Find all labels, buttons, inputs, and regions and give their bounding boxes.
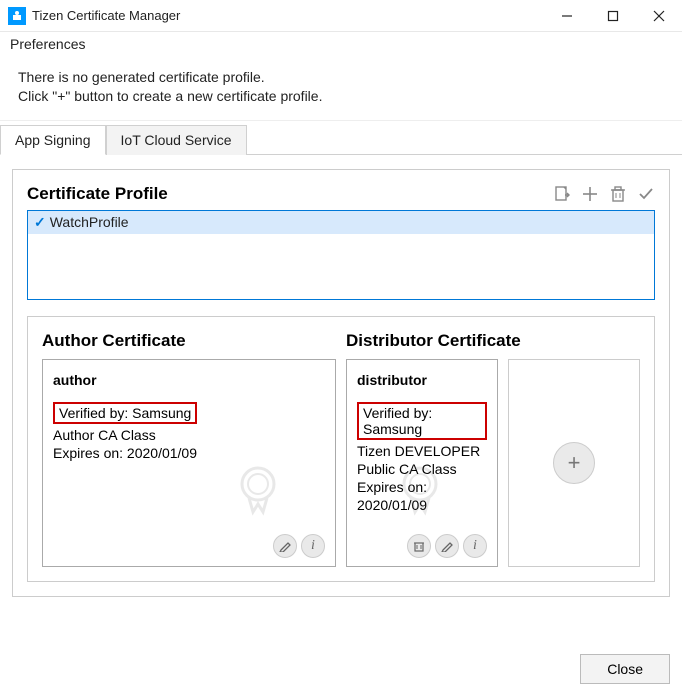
distributor-column: Distributor Certificate distributor Veri… — [346, 331, 640, 567]
minimize-button[interactable] — [544, 0, 590, 32]
profile-list[interactable]: ✓ WatchProfile — [27, 210, 655, 300]
trash-icon[interactable] — [609, 185, 627, 203]
author-seal-icon — [231, 462, 285, 516]
author-card-title: author — [53, 372, 325, 388]
info-line-1: There is no generated certificate profil… — [18, 68, 682, 87]
info-line-2: Click "+" button to create a new certifi… — [18, 87, 682, 106]
distributor-info-button[interactable]: i — [463, 534, 487, 558]
author-heading: Author Certificate — [42, 331, 336, 351]
author-ca: Author CA Class — [53, 426, 325, 444]
add-distributor-icon: + — [553, 442, 595, 484]
close-button[interactable]: Close — [580, 654, 670, 684]
certificates-panel: Author Certificate author Verified by: S… — [27, 316, 655, 582]
import-icon[interactable] — [553, 185, 571, 203]
content-area: Certificate Profile ✓ WatchProfile Autho… — [0, 155, 682, 611]
distributor-seal-icon — [393, 462, 447, 516]
info-area: There is no generated certificate profil… — [0, 58, 682, 121]
add-distributor-card[interactable]: + — [508, 359, 640, 567]
author-column: Author Certificate author Verified by: S… — [42, 331, 336, 567]
check-icon[interactable] — [637, 185, 655, 203]
profile-toolbar — [553, 185, 655, 203]
close-window-button[interactable] — [636, 0, 682, 32]
preferences-menu[interactable]: Preferences — [4, 33, 91, 55]
profile-name: WatchProfile — [50, 214, 129, 230]
menubar: Preferences — [0, 32, 682, 58]
distributor-edit-button[interactable] — [435, 534, 459, 558]
distributor-heading: Distributor Certificate — [346, 331, 640, 351]
distributor-delete-button[interactable] — [407, 534, 431, 558]
profile-title: Certificate Profile — [27, 184, 553, 204]
author-expires: Expires on: 2020/01/09 — [53, 444, 325, 462]
window-title: Tizen Certificate Manager — [32, 8, 544, 23]
tab-app-signing[interactable]: App Signing — [0, 125, 106, 155]
author-edit-button[interactable] — [273, 534, 297, 558]
author-info-button[interactable]: i — [301, 534, 325, 558]
author-verified: Verified by: Samsung — [53, 402, 197, 424]
app-icon — [8, 7, 26, 25]
distributor-card: distributor Verified by: Samsung Tizen D… — [346, 359, 498, 567]
profile-row[interactable]: ✓ WatchProfile — [28, 211, 654, 234]
distributor-verified: Verified by: Samsung — [357, 402, 487, 440]
main-panel: Certificate Profile ✓ WatchProfile Autho… — [12, 169, 670, 597]
author-card: author Verified by: Samsung Author CA Cl… — [42, 359, 336, 567]
tab-bar: App Signing IoT Cloud Service — [0, 125, 682, 155]
active-check-icon: ✓ — [34, 214, 46, 231]
titlebar: Tizen Certificate Manager — [0, 0, 682, 32]
profile-header: Certificate Profile — [27, 184, 655, 204]
plus-icon[interactable] — [581, 185, 599, 203]
maximize-button[interactable] — [590, 0, 636, 32]
footer: Close — [0, 644, 682, 696]
distributor-card-title: distributor — [357, 372, 487, 388]
tab-iot-cloud[interactable]: IoT Cloud Service — [106, 125, 247, 155]
